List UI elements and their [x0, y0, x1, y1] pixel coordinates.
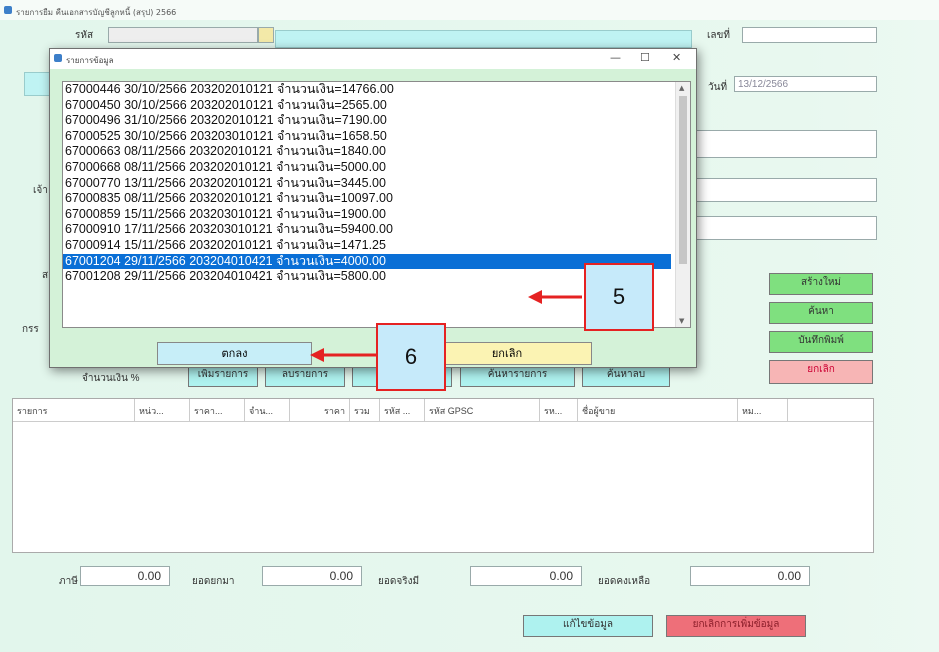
list-item[interactable]: 67000663 08/11/2566 203202010121 จำนวนเง…: [63, 144, 690, 160]
text-field-3[interactable]: [695, 216, 877, 240]
edit-data-button[interactable]: แก้ไขข้อมูล: [523, 615, 653, 637]
name-bar: [275, 30, 692, 48]
side-label-c: กรร: [22, 324, 39, 335]
new-button[interactable]: สร้างใหม่: [769, 273, 873, 295]
scroll-up-icon[interactable]: ▲: [679, 84, 684, 92]
column-header[interactable]: รายการ: [13, 399, 135, 421]
date-label: วันที่: [708, 82, 728, 93]
vat-field[interactable]: 0.00: [80, 566, 170, 586]
net-label: ยอดจริงมี: [378, 576, 420, 587]
date-field[interactable]: 13/12/2566: [734, 76, 877, 92]
side-label-b: ส: [42, 270, 49, 281]
discount-label: ยอดยกมา: [192, 576, 235, 587]
dropdown-field[interactable]: [695, 130, 877, 158]
column-header[interactable]: รวม: [350, 399, 380, 421]
record-list: 67000446 30/10/2566 203202010121 จำนวนเง…: [63, 82, 690, 285]
scroll-down-icon[interactable]: ▼: [679, 317, 684, 325]
total-label: ยอดคงเหลือ: [598, 576, 651, 587]
search-item-button[interactable]: ค้นหารายการ: [460, 365, 575, 387]
maximize-icon[interactable]: ☐: [640, 51, 650, 64]
dialog-icon: [54, 54, 62, 62]
list-item[interactable]: 67000450 30/10/2566 203202010121 จำนวนเง…: [63, 98, 690, 114]
code-field[interactable]: [108, 27, 258, 43]
scroll-thumb[interactable]: [679, 96, 687, 264]
window-title: รายการยืม คืนเอกสารบัญชีลูกหนี้ (สรุป) 2…: [16, 8, 177, 17]
side-label-a: เจ้า: [33, 185, 48, 196]
listbox-scrollbar[interactable]: ▲ ▼: [675, 82, 690, 327]
dialog-cancel-button[interactable]: ยกเลิก: [422, 342, 592, 365]
doc-no-label: เลขที่: [707, 30, 730, 41]
column-header[interactable]: ราคา...: [190, 399, 245, 421]
code-lookup-button[interactable]: [258, 27, 274, 43]
cancel-button[interactable]: ยกเลิก: [769, 360, 873, 384]
discount-field[interactable]: 0.00: [262, 566, 362, 586]
list-item[interactable]: 67000914 15/11/2566 203202010121 จำนวนเง…: [63, 238, 690, 254]
app-icon: [4, 6, 12, 14]
amount-label: จำนวนเงิน %: [82, 373, 140, 384]
vat-label: ภาษี: [59, 576, 78, 587]
column-header[interactable]: ราคา: [290, 399, 350, 421]
column-header[interactable]: รหัส ...: [380, 399, 425, 421]
cancel-data-button[interactable]: ยกเลิกการเพิ่มข้อมูล: [666, 615, 806, 637]
callout-5: 5: [584, 263, 654, 331]
column-header[interactable]: รหัส GPSC: [425, 399, 540, 421]
net-field[interactable]: 0.00: [470, 566, 582, 586]
list-item[interactable]: 67000770 13/11/2566 203202010121 จำนวนเง…: [63, 176, 690, 192]
list-item[interactable]: 67000835 08/11/2566 203202010121 จำนวนเง…: [63, 191, 690, 207]
column-header[interactable]: หน่ว...: [135, 399, 190, 421]
list-item[interactable]: 67000859 15/11/2566 203203010121 จำนวนเง…: [63, 207, 690, 223]
items-table[interactable]: รายการ หน่ว... ราคา... จำน... ราคา รวม ร…: [12, 398, 874, 553]
dialog-title: รายการข้อมูล: [66, 56, 114, 65]
search-delete-button[interactable]: ค้นหาลบ: [582, 365, 670, 387]
list-item[interactable]: 67000446 30/10/2566 203202010121 จำนวนเง…: [63, 82, 690, 98]
code-label: รหัส: [75, 30, 94, 41]
table-header: รายการ หน่ว... ราคา... จำน... ราคา รวม ร…: [13, 399, 873, 422]
list-item-selected[interactable]: 67001204 29/11/2566 203204010421 จำนวนเง…: [63, 253, 671, 270]
column-header[interactable]: หม...: [738, 399, 788, 421]
column-header[interactable]: จำน...: [245, 399, 290, 421]
text-field-2[interactable]: [695, 178, 877, 202]
total-field[interactable]: 0.00: [690, 566, 810, 586]
window-titlebar: รายการยืม คืนเอกสารบัญชีลูกหนี้ (สรุป) 2…: [0, 0, 939, 20]
ok-button[interactable]: ตกลง: [157, 342, 312, 365]
column-header[interactable]: ชื่อผู้ขาย: [578, 399, 738, 421]
list-item[interactable]: 67000496 31/10/2566 203202010121 จำนวนเง…: [63, 113, 690, 129]
doc-no-field[interactable]: [742, 27, 877, 43]
column-header[interactable]: รห...: [540, 399, 578, 421]
add-item-button[interactable]: เพิ่มรายการ: [188, 365, 258, 387]
dialog-titlebar: รายการข้อมูล — ☐ ✕: [50, 49, 696, 69]
list-item[interactable]: 67000525 30/10/2566 203203010121 จำนวนเง…: [63, 129, 690, 145]
remove-item-button[interactable]: ลบรายการ: [265, 365, 345, 387]
list-item[interactable]: 67000668 08/11/2566 203202010121 จำนวนเง…: [63, 160, 690, 176]
list-item[interactable]: 67000910 17/11/2566 203203010121 จำนวนเง…: [63, 222, 690, 238]
close-icon[interactable]: ✕: [672, 51, 681, 64]
minimize-icon[interactable]: —: [610, 51, 621, 64]
save-print-button[interactable]: บันทึกพิมพ์: [769, 331, 873, 353]
callout-6: 6: [376, 323, 446, 391]
edit-button[interactable]: ค้นหา: [769, 302, 873, 324]
